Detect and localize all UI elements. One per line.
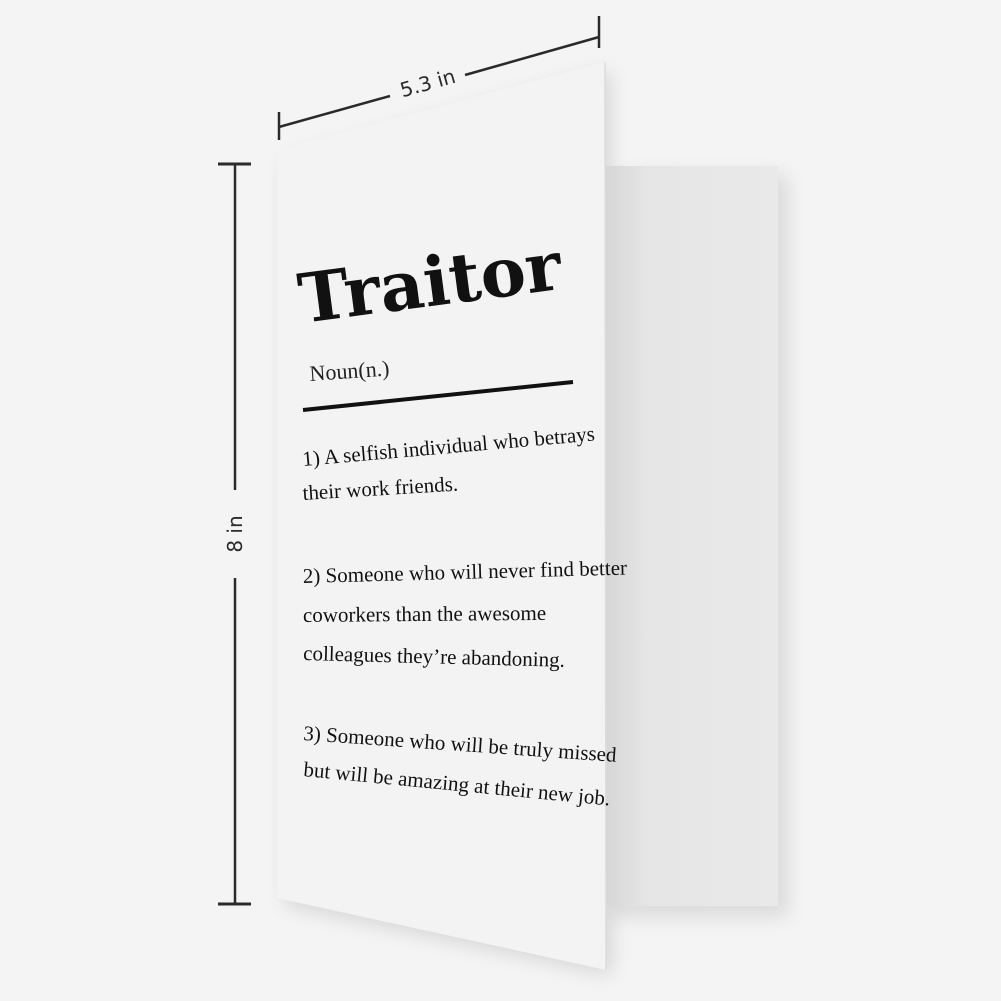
height-dimension: 8 in	[218, 162, 251, 906]
card-front-panel	[277, 62, 606, 970]
product-scene: 5.3 in 8 in Traitor Noun(n.) 1) A selfis…	[0, 0, 1001, 1001]
card-illustration: 5.3 in 8 in Traitor Noun(n.) 1) A selfis…	[218, 16, 788, 975]
card-back-panel	[605, 166, 778, 906]
definition-2-line-2: coworkers than the awesome	[303, 601, 546, 627]
card-fold-edge	[604, 61, 607, 971]
width-label: 5.3 in	[397, 64, 458, 102]
height-label: 8 in	[223, 515, 247, 552]
